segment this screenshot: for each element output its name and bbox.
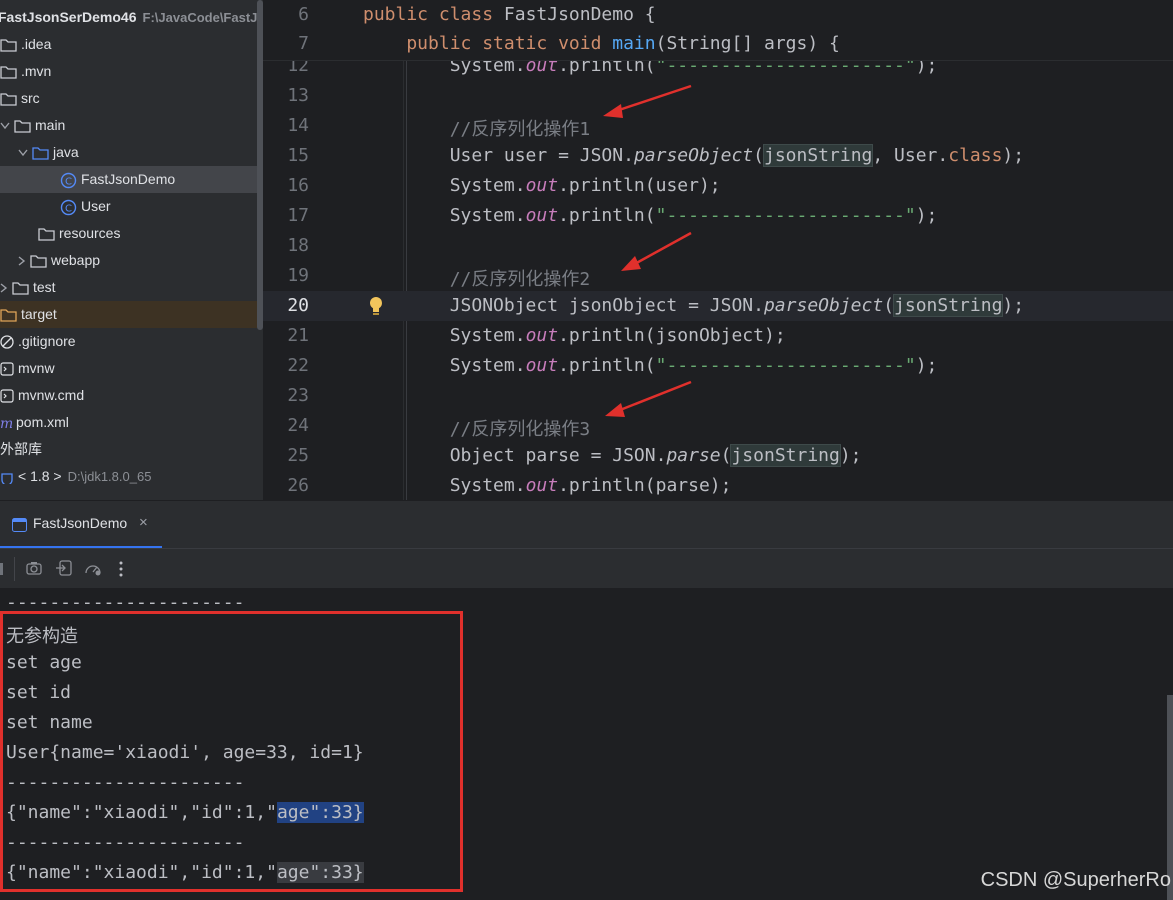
folder-icon [0,66,17,79]
tree-item-mvnw-cmd[interactable]: mvnw.cmd [0,382,257,409]
annotation-highlight-box [0,611,463,892]
chevron-right-icon[interactable] [0,283,8,293]
tree-item-label: webapp [51,252,101,268]
toolbar-divider [14,557,15,581]
tree-item-external-libraries[interactable]: 外部库 [0,436,257,463]
tree-item-mvn[interactable]: .mvn [0,58,257,85]
tree-item-idea[interactable]: .idea [0,31,257,58]
tree-item-gitignore[interactable]: .gitignore [0,328,257,355]
tree-item-label: src [21,90,40,106]
tree-item-label: .gitignore [18,333,76,349]
tree-item-jdk[interactable]: < 1.8 > D:\jdk1.8.0_65 [0,463,257,490]
tree-item-label: .idea [21,36,52,52]
chevron-down-icon[interactable] [0,122,10,130]
folder-icon [0,93,17,106]
tree-item-label: pom.xml [16,414,69,430]
run-tab-label: FastJsonDemo [33,515,128,531]
svg-text:C: C [65,176,72,187]
console-line: ---------------------- [6,592,244,613]
java-class-icon: C [60,172,77,188]
script-file-icon [0,389,14,403]
tree-item-label: < 1.8 > [18,468,62,484]
maven-icon: m [0,416,12,430]
tree-item-label: FastJsonSerDemo46 [0,9,137,25]
tree-item-test[interactable]: test [0,274,257,301]
tree-item-resources[interactable]: resources [0,220,263,247]
project-tree: FastJsonSerDemo46 F:\JavaCode\FastJs .idea… [0,0,263,500]
tree-item-label: 外部库 [0,441,42,457]
tree-item-label: FastJsonDemo [81,171,176,187]
tree-item-label: java [53,144,79,160]
tree-item-java[interactable]: java [0,139,263,166]
chevron-down-icon[interactable] [18,149,28,157]
console-icon [12,518,27,532]
svg-text:C: C [65,203,72,214]
tab-run-fastjsondemo[interactable]: FastJsonDemo × [0,501,162,549]
folder-icon [30,255,47,268]
stop-icon[interactable] [0,563,3,575]
gitignore-icon [0,335,14,349]
folder-icon [14,120,31,133]
tree-item-webapp[interactable]: webapp [0,247,263,274]
tree-item-src[interactable]: src [0,85,257,112]
tree-item-label: mvnw.cmd [18,387,85,403]
run-toolbar [0,548,1173,589]
tree-item-main[interactable]: main [0,112,257,139]
chevron-right-icon[interactable] [18,256,26,266]
java-class-icon: C [60,199,77,215]
tree-item-label: test [33,279,56,295]
svg-text:m: m [0,416,12,430]
annotation-arrows [603,84,692,417]
tree-item-label: User [81,198,111,214]
tree-item-label: target [21,306,57,322]
run-tool-window-header: FastJsonDemo × [0,500,1173,549]
tree-item-path: D:\jdk1.8.0_65 [67,469,152,484]
code-token: ---------------------- [6,592,245,613]
tree-item-label: resources [59,225,121,241]
tree-root[interactable]: FastJsonSerDemo46 F:\JavaCode\FastJs [0,4,263,31]
close-icon[interactable]: × [139,514,148,531]
tree-item-label: .mvn [21,63,52,79]
folder-icon [0,39,17,52]
folder-icon [0,309,17,322]
tree-item-target[interactable]: target [0,301,257,328]
jdk-icon [1,473,13,485]
folder-icon [12,282,29,295]
profiler-icon[interactable] [84,560,102,576]
tree-item-pom-xml[interactable]: m pom.xml [0,409,257,436]
more-options-icon[interactable] [118,561,124,577]
tree-item-label: main [35,117,66,133]
tree-item-fastjsondemo[interactable]: C FastJsonDemo [0,166,263,193]
script-file-icon [0,362,14,376]
tree-item-label: mvnw [18,360,55,376]
code-editor[interactable]: 12 System.out.println("-----------------… [263,0,1173,500]
import-icon[interactable] [56,560,72,576]
folder-icon [38,228,55,241]
watermark: CSDN @SuperherRo [980,869,1171,891]
tree-item-user[interactable]: C User [0,193,263,220]
folder-icon [32,147,49,160]
tree-item-path: F:\JavaCode\FastJs [142,10,263,25]
tree-item-mvnw[interactable]: mvnw [0,355,257,382]
camera-icon[interactable] [26,561,42,575]
